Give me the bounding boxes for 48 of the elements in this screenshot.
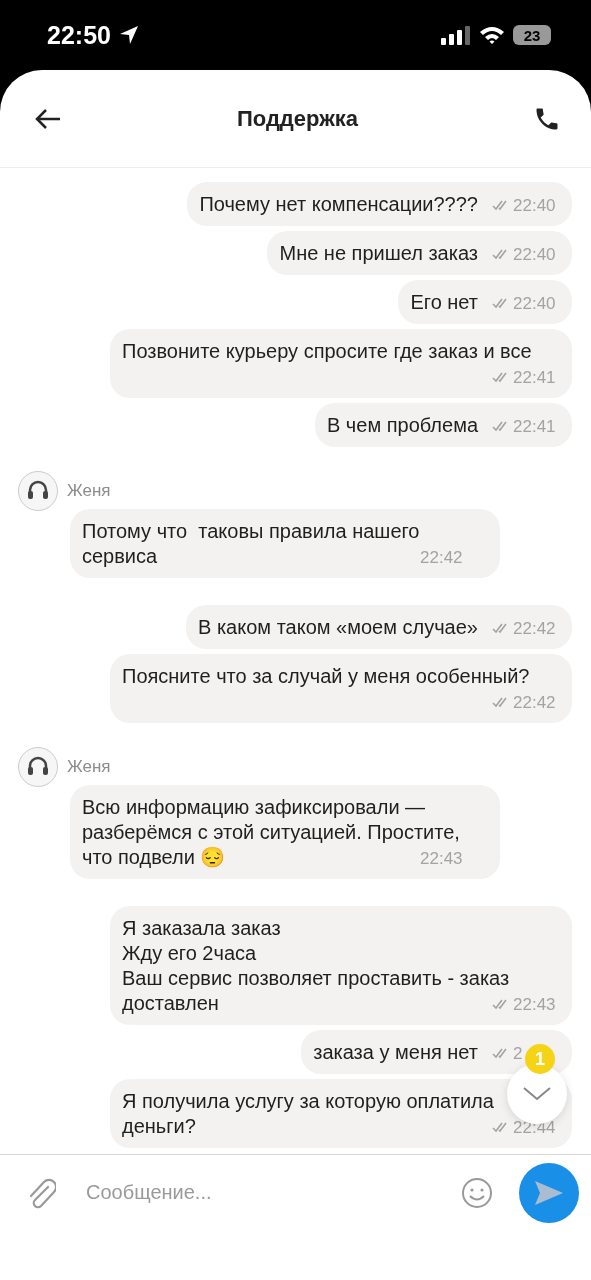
- wifi-icon: [479, 25, 505, 45]
- message-time: 22:41: [513, 416, 556, 438]
- message-time: 22:42: [513, 618, 556, 640]
- message-bubble: Его нет 22:40: [398, 280, 572, 324]
- clock-time: 22:50: [47, 20, 111, 50]
- read-checkmarks-icon: [492, 200, 510, 211]
- message-time: 22:41: [513, 367, 556, 389]
- message-bubble: Всю информацию зафиксировали — разберёмся с этой ситуацией. Простите, что подвели 😔 22:43: [70, 785, 500, 879]
- message-time: 22:40: [513, 244, 556, 266]
- message-time: 22:42: [513, 692, 556, 714]
- read-checkmarks-icon: [492, 697, 510, 708]
- support-headset-icon: [18, 747, 58, 787]
- back-button[interactable]: [34, 106, 62, 131]
- message-time: 22:40: [513, 293, 556, 315]
- message-time: 22:43: [513, 994, 556, 1016]
- message-bubble: В каком таком «моем случае» 22:42: [186, 605, 572, 649]
- read-checkmarks-icon: [492, 421, 510, 432]
- message-bubble: Мне не пришел заказ 22:40: [267, 231, 572, 275]
- message-bubble: Поясните что за случай у меня особенный? 22:42: [110, 654, 572, 723]
- read-checkmarks-icon: [492, 999, 510, 1010]
- agent-name: Женя: [67, 757, 111, 777]
- message-bubble: Позвоните курьеру спросите где заказ и все 22:41: [110, 329, 572, 398]
- message-bubble: Я заказала заказ Жду его 2часа Ваш сервис позволяет проставить - заказ доставлен 22:43: [110, 906, 572, 1025]
- message-input-field[interactable]: Сообщение...: [70, 1177, 447, 1208]
- message-time: 22:43: [420, 848, 463, 870]
- read-checkmarks-icon: [492, 372, 510, 383]
- battery-indicator: 23: [513, 25, 551, 45]
- support-headset-icon: [18, 471, 58, 511]
- read-checkmarks-icon: [492, 1122, 510, 1133]
- read-checkmarks-icon: [492, 623, 510, 634]
- back-arrow-icon: [34, 106, 62, 131]
- message-time: 22:42: [420, 547, 463, 569]
- agent-name: Женя: [67, 481, 111, 501]
- emoji-smiley-button[interactable]: [461, 1176, 493, 1209]
- location-arrow-icon: [118, 25, 139, 45]
- chat-title: Поддержка: [236, 105, 359, 132]
- chevron-down-icon: [522, 1086, 552, 1102]
- message-time: 2: [513, 1043, 523, 1065]
- smiley-icon: [461, 1176, 493, 1209]
- signal-icon: [441, 25, 471, 45]
- read-checkmarks-icon: [492, 298, 510, 309]
- message-bubble: Почему нет компенсации???? 22:40: [187, 182, 572, 226]
- read-checkmarks-icon: [492, 249, 510, 260]
- read-checkmarks-icon: [492, 1048, 510, 1059]
- message-time: 22:40: [513, 195, 556, 217]
- message-bubble: В чем проблема 22:41: [314, 403, 572, 447]
- message-bubble: Потому что таковы правила нашего сервиса 22:42: [70, 509, 500, 578]
- send-icon: [534, 1179, 564, 1206]
